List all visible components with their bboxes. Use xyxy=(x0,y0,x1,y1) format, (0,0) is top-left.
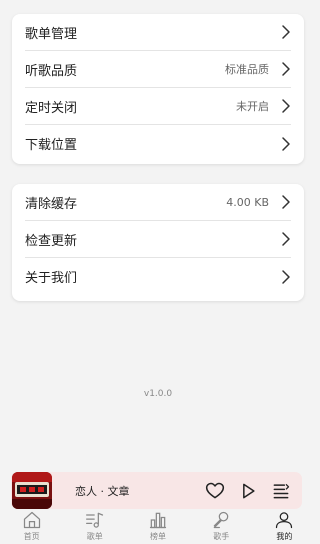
settings-card-general: 歌单管理 听歌品质 标准品质 定时关闭 未开启 下载位置 xyxy=(12,14,304,164)
chart-icon xyxy=(149,512,167,529)
chevron-right-icon xyxy=(281,194,291,210)
now-playing-title: 恋人 · 文章 xyxy=(75,484,130,498)
chevron-right-icon xyxy=(281,136,291,152)
playlist-icon[interactable] xyxy=(269,479,293,503)
heart-icon[interactable] xyxy=(203,479,227,503)
row-value: 未开启 xyxy=(236,100,269,113)
row-label: 听歌品质 xyxy=(25,63,78,79)
tab-label: 歌手 xyxy=(213,532,230,541)
chevron-right-icon xyxy=(281,269,291,285)
row-label: 关于我们 xyxy=(25,271,78,286)
row-label: 歌单管理 xyxy=(25,26,78,42)
chevron-right-icon xyxy=(281,24,291,40)
tab-home[interactable]: 首页 xyxy=(0,509,63,544)
tab-label: 榜单 xyxy=(150,532,166,541)
row-label: 定时关闭 xyxy=(25,100,78,116)
row-value: 标准品质 xyxy=(225,63,269,76)
row-label: 清除缓存 xyxy=(25,196,78,212)
row-check-update[interactable]: 检查更新 xyxy=(25,221,291,258)
row-download-location[interactable]: 下载位置 xyxy=(25,125,291,162)
row-clear-cache[interactable]: 清除缓存 4.00 KB xyxy=(25,184,291,221)
user-icon xyxy=(276,512,293,529)
tab-label: 首页 xyxy=(23,532,40,541)
tab-mine[interactable]: 我的 xyxy=(253,509,316,544)
row-label: 检查更新 xyxy=(25,233,78,249)
tab-label: 歌单 xyxy=(86,532,103,541)
chevron-right-icon xyxy=(281,231,291,247)
row-audio-quality[interactable]: 听歌品质 标准品质 xyxy=(25,51,291,88)
tab-playlists[interactable]: 歌单 xyxy=(63,509,126,544)
settings-card-maintenance: 清除缓存 4.00 KB 检查更新 关于我们 xyxy=(12,184,304,301)
app-version: v1.0.0 xyxy=(143,389,173,399)
row-playlist-management[interactable]: 歌单管理 xyxy=(25,14,291,51)
play-icon[interactable] xyxy=(236,479,260,503)
album-cover[interactable] xyxy=(12,472,52,509)
row-value: 4.00 KB xyxy=(226,195,269,209)
tab-charts[interactable]: 榜单 xyxy=(126,509,189,544)
row-sleep-timer[interactable]: 定时关闭 未开启 xyxy=(25,88,291,125)
chevron-right-icon xyxy=(281,98,291,114)
microphone-icon xyxy=(213,511,229,529)
chevron-right-icon xyxy=(281,61,291,77)
bottom-tab-bar: 首页 歌单 榜单 歌手 我的 xyxy=(0,509,316,544)
tab-label: 我的 xyxy=(276,532,293,541)
music-list-icon xyxy=(85,512,103,528)
row-about-us[interactable]: 关于我们 xyxy=(25,258,291,295)
home-icon xyxy=(23,511,40,529)
tab-singers[interactable]: 歌手 xyxy=(190,509,253,544)
row-label: 下载位置 xyxy=(25,138,78,153)
mini-player[interactable]: 恋人 · 文章 xyxy=(11,472,302,509)
